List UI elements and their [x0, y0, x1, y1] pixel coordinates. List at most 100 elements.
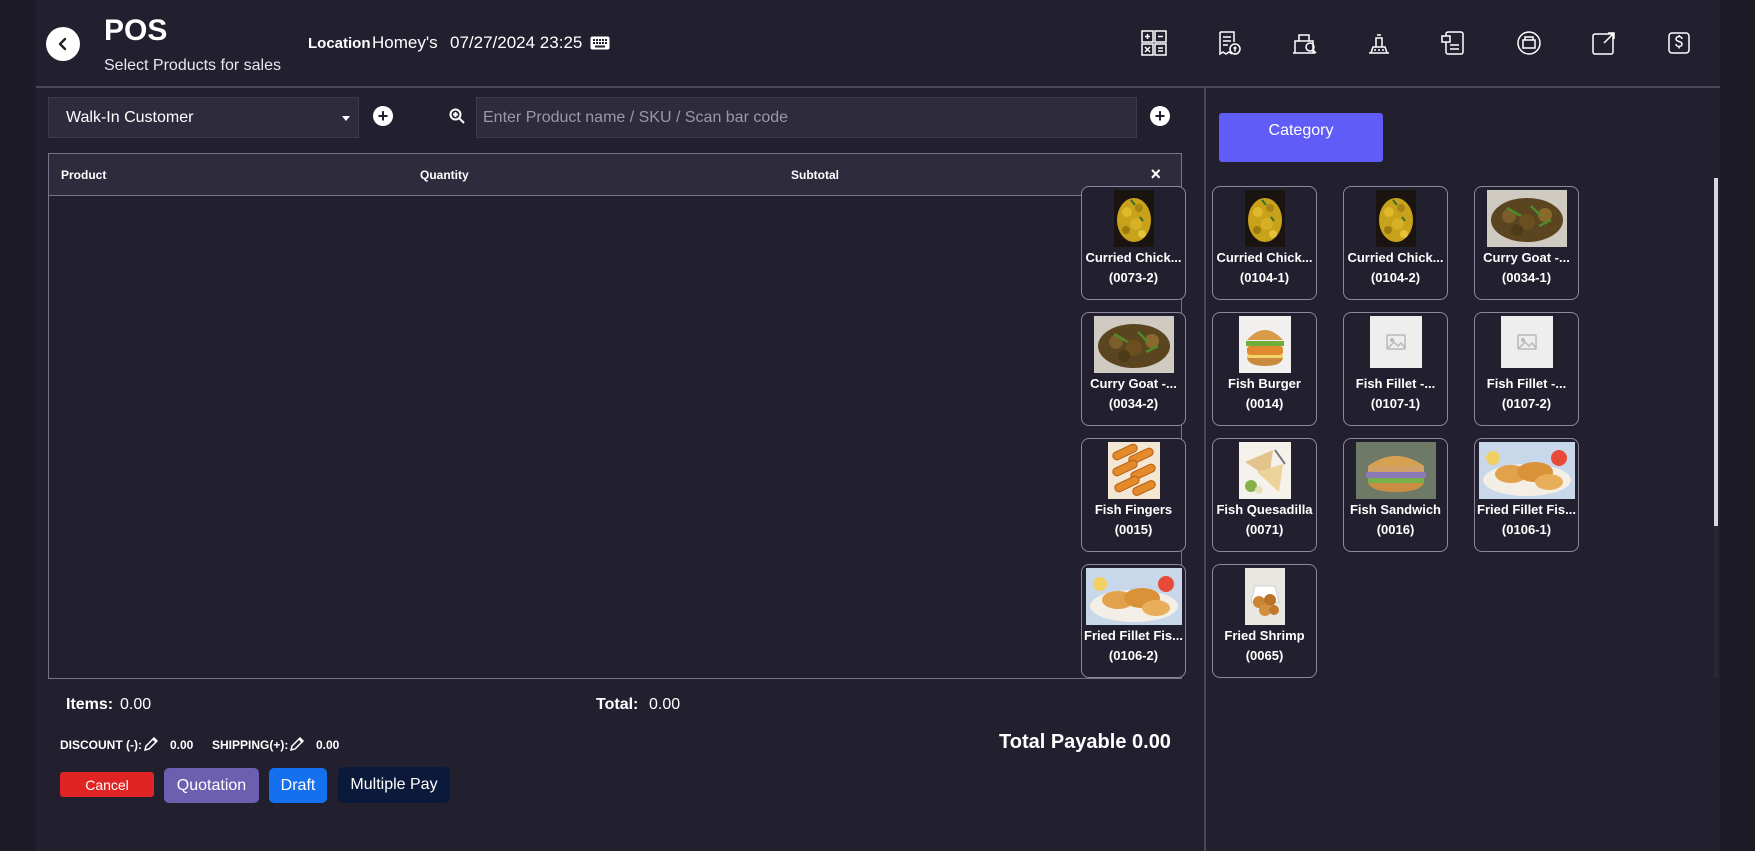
cash-register-icon[interactable] — [1515, 29, 1543, 57]
back-button[interactable] — [46, 27, 80, 61]
suspended-sales-icon[interactable] — [1440, 29, 1468, 57]
pane-divider — [1204, 88, 1206, 851]
product-name: Curry Goat -... — [1483, 250, 1570, 265]
category-button[interactable]: Category — [1219, 113, 1383, 162]
product-code: (0104-1) — [1239, 270, 1290, 285]
page-margin — [1720, 0, 1755, 851]
search-plus-icon — [449, 108, 465, 124]
product-code: (0014) — [1245, 396, 1284, 411]
product-card[interactable]: Fish Burger (0014) — [1212, 312, 1317, 426]
product-card[interactable]: Fish Fingers (0015) — [1081, 438, 1186, 552]
shipping-value: 0.00 — [316, 738, 340, 752]
product-code: (0034-2) — [1108, 396, 1159, 411]
product-code: (0034-1) — [1501, 270, 1552, 285]
product-name: Curried Chick... — [1347, 250, 1444, 265]
product-card[interactable]: Fried Shrimp (0065) — [1212, 564, 1317, 678]
product-code: (0015) — [1114, 522, 1153, 537]
add-product-button[interactable]: + — [1150, 106, 1170, 126]
discount-value: 0.00 — [170, 738, 194, 752]
clear-cart-icon[interactable]: × — [1150, 164, 1161, 185]
register-details-icon[interactable] — [1290, 29, 1318, 57]
product-name: Fish Fillet -... — [1355, 376, 1436, 391]
product-image — [1500, 316, 1553, 373]
product-image — [1238, 316, 1291, 373]
product-image — [1113, 190, 1154, 247]
product-name: Curry Goat -... — [1090, 376, 1177, 391]
customer-select-value: Walk-In Customer — [66, 108, 194, 126]
product-card[interactable]: Fried Fillet Fis... (0106-2) — [1081, 564, 1186, 678]
calculator-icon[interactable] — [1140, 29, 1168, 57]
items-value: 0.00 — [120, 696, 152, 713]
expense-icon[interactable] — [1665, 29, 1693, 57]
pos-screen: POS Select Products for sales Location H… — [36, 0, 1720, 851]
product-name: Fish Sandwich — [1349, 502, 1441, 517]
product-name: Fried Shrimp — [1224, 628, 1305, 643]
product-card[interactable]: Fish Quesadilla (0071) — [1212, 438, 1317, 552]
product-image — [1244, 190, 1285, 247]
cancel-button[interactable]: Cancel — [60, 772, 154, 797]
product-image — [1478, 442, 1575, 499]
total-value: 0.00 — [649, 696, 681, 713]
product-image — [1093, 316, 1174, 373]
cart-table-header: Product Quantity Subtotal × — [49, 154, 1181, 196]
product-name: Fried Fillet Fis... — [1477, 502, 1576, 517]
product-search-input[interactable] — [476, 97, 1137, 138]
product-image — [1375, 190, 1416, 247]
page-title: POS — [104, 14, 168, 47]
product-image — [1244, 568, 1285, 625]
items-label: Items: — [66, 696, 114, 713]
caret-down-icon — [342, 116, 350, 121]
product-name: Fish Fillet -... — [1486, 376, 1567, 391]
datetime: 07/27/2024 23:25 — [450, 33, 583, 52]
product-card[interactable]: Fried Fillet Fis... (0106-1) — [1474, 438, 1579, 552]
product-code: (0107-1) — [1370, 396, 1421, 411]
product-name: Fish Fingers — [1094, 502, 1173, 517]
page-subtitle: Select Products for sales — [104, 57, 281, 74]
product-card[interactable]: Fish Fillet -... (0107-2) — [1474, 312, 1579, 426]
customer-select[interactable]: Walk-In Customer — [48, 97, 359, 138]
product-image — [1238, 442, 1291, 499]
column-subtotal: Subtotal — [791, 168, 839, 182]
product-image — [1107, 442, 1160, 499]
product-name: Fish Burger — [1228, 376, 1301, 391]
cart-table: Product Quantity Subtotal × — [48, 153, 1182, 679]
receipt-icon[interactable] — [1215, 29, 1243, 57]
quotation-button[interactable]: Quotation — [164, 768, 259, 803]
product-name: Curried Chick... — [1085, 250, 1182, 265]
keyboard-icon[interactable] — [590, 36, 610, 50]
product-code: (0106-1) — [1501, 522, 1552, 537]
product-name: Curried Chick... — [1216, 250, 1313, 265]
location-value: Homey's — [372, 33, 438, 52]
location-label: Location — [308, 35, 371, 52]
recent-transactions-icon[interactable] — [1365, 29, 1393, 57]
edit-shipping-icon[interactable] — [289, 736, 305, 752]
discount-label: DISCOUNT (-): — [60, 738, 142, 752]
product-image — [1369, 316, 1422, 373]
draft-button[interactable]: Draft — [269, 768, 327, 803]
product-card[interactable]: Fish Sandwich (0016) — [1343, 438, 1448, 552]
product-code: (0065) — [1245, 648, 1284, 663]
multiple-pay-button[interactable]: Multiple Pay — [338, 767, 450, 803]
column-product: Product — [61, 168, 107, 182]
product-code: (0016) — [1376, 522, 1415, 537]
product-card[interactable]: Curried Chick... (0104-2) — [1343, 186, 1448, 300]
product-card[interactable]: Fish Fillet -... (0107-1) — [1343, 312, 1448, 426]
total-payable: Total Payable 0.00 — [999, 731, 1171, 753]
product-card[interactable]: Curry Goat -... (0034-2) — [1081, 312, 1186, 426]
header: POS Select Products for sales Location H… — [36, 0, 1720, 88]
product-name: Fried Fillet Fis... — [1084, 628, 1183, 643]
product-code: (0104-2) — [1370, 270, 1421, 285]
edit-discount-icon[interactable] — [143, 736, 159, 752]
product-scrollbar-thumb[interactable] — [1714, 178, 1718, 526]
add-customer-button[interactable]: + — [373, 106, 393, 126]
product-code: (0107-2) — [1501, 396, 1552, 411]
product-card[interactable]: Curried Chick... (0073-2) — [1081, 186, 1186, 300]
product-card[interactable]: Curried Chick... (0104-1) — [1212, 186, 1317, 300]
product-card[interactable]: Curry Goat -... (0034-1) — [1474, 186, 1579, 300]
product-name: Fish Quesadilla — [1216, 502, 1313, 517]
total-label: Total: — [596, 696, 639, 713]
product-code: (0071) — [1245, 522, 1284, 537]
product-code: (0073-2) — [1108, 270, 1159, 285]
fullscreen-icon[interactable] — [1590, 29, 1618, 57]
column-quantity: Quantity — [420, 168, 469, 182]
